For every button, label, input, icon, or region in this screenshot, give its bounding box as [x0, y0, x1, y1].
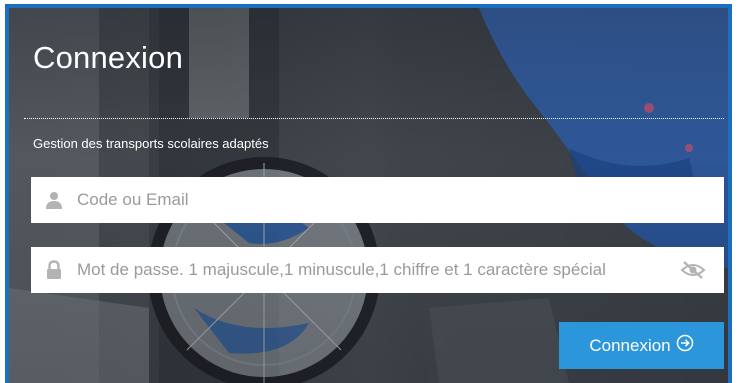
password-field[interactable]: [31, 247, 724, 293]
eye-slash-icon[interactable]: [680, 259, 706, 281]
login-panel: Connexion Gestion des transports scolair…: [9, 8, 728, 383]
code-field[interactable]: [31, 177, 724, 223]
lock-icon: [45, 260, 63, 280]
title-divider: [24, 118, 724, 119]
user-icon: [45, 190, 63, 210]
code-input[interactable]: [77, 177, 724, 223]
login-button-label: Connexion: [589, 335, 671, 355]
circle-arrow-right-icon: [676, 334, 694, 357]
page-title: Connexion: [33, 40, 184, 75]
login-button[interactable]: Connexion: [559, 322, 724, 369]
app-subtitle: Gestion des transports scolaires adaptés: [33, 136, 269, 151]
password-input[interactable]: [77, 247, 672, 293]
